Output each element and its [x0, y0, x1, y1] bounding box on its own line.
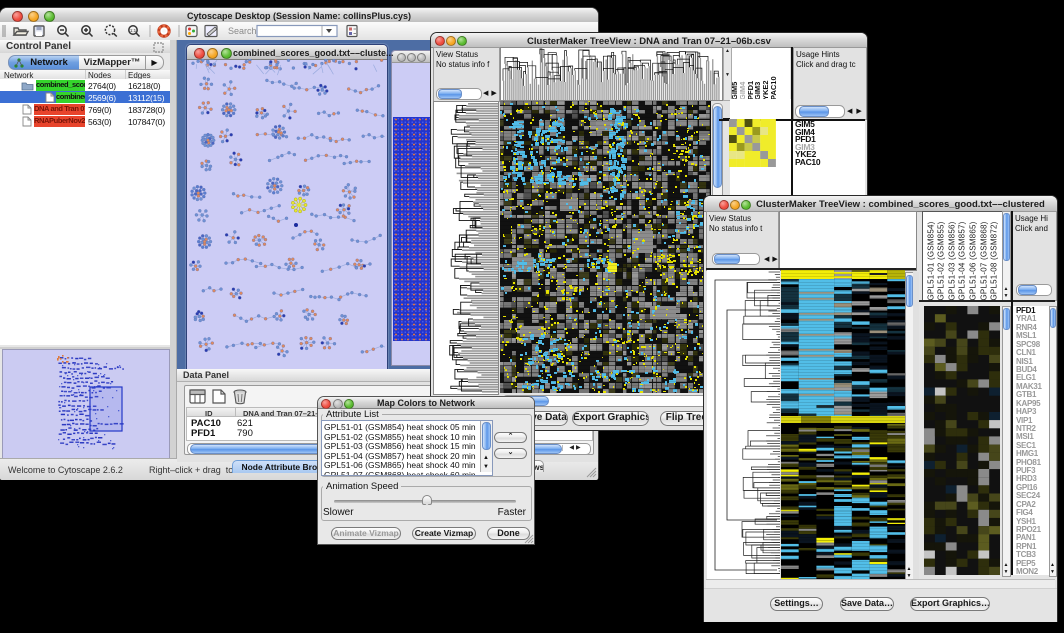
svg-text:1:1: 1:1	[130, 28, 137, 33]
svg-text:Search:: Search:	[228, 26, 259, 36]
